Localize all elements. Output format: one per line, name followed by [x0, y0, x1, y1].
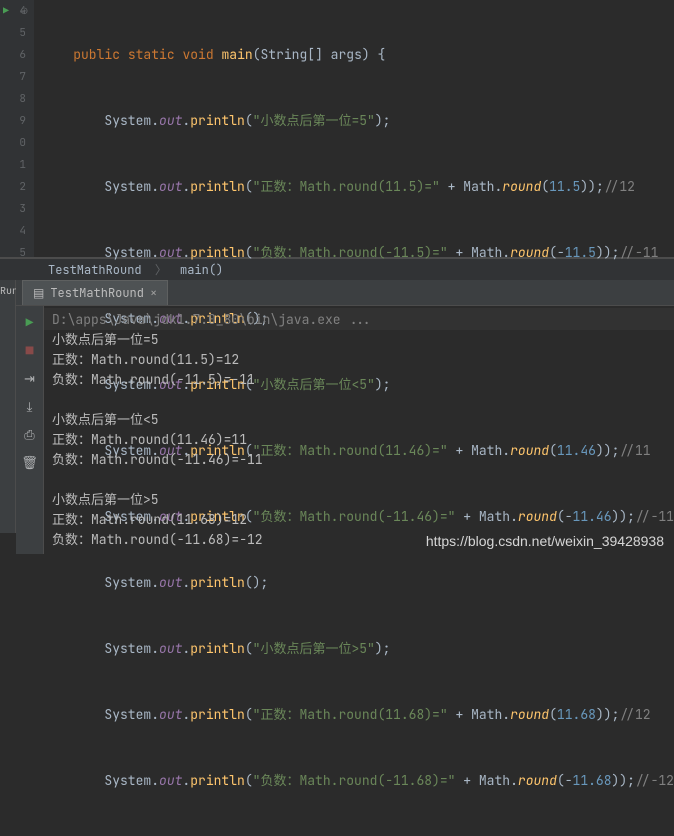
console-line: 负数：Math.round(-11.46)=-11 [52, 451, 263, 468]
code-editor[interactable]: ▶ ⊖ 4 5 6 7 8 9 0 1 2 3 4 5 public stati… [0, 0, 674, 258]
run-line-icon[interactable]: ▶ [3, 0, 9, 22]
fold-icon[interactable]: ⊖ [20, 0, 28, 22]
stop-icon[interactable]: ■ [22, 342, 38, 358]
console-line: 正数：Math.round(11.46)=11 [52, 431, 247, 448]
line-number: 1 [0, 154, 26, 176]
run-toolbar: ▶ ■ ⇥ ⤓ ⎙ 🗑 [16, 306, 44, 554]
scroll-icon[interactable]: ⤓ [22, 398, 38, 414]
line-number: 7 [0, 66, 26, 88]
close-icon[interactable]: × [150, 285, 157, 301]
clear-icon[interactable]: 🗑 [22, 454, 38, 470]
console-line: 负数：Math.round(-11.68)=-12 [52, 531, 263, 548]
rerun-icon[interactable]: ▶ [22, 314, 38, 330]
breadcrumb-method[interactable]: main() [180, 262, 223, 278]
watermark: https://blog.csdn.net/weixin_39428938 [426, 533, 664, 549]
line-number: 5 [0, 242, 26, 264]
application-icon: ▤ [33, 285, 44, 301]
line-number: 6 [0, 44, 26, 66]
run-tool-label[interactable]: Run: [0, 280, 16, 533]
gutter: ▶ ⊖ 4 5 6 7 8 9 0 1 2 3 4 5 [0, 0, 34, 257]
breadcrumb-class[interactable]: TestMathRound [48, 262, 142, 278]
code-area[interactable]: public static void main(String[] args) {… [34, 0, 674, 257]
print-icon[interactable]: ⎙ [22, 426, 38, 442]
line-number: 8 [0, 88, 26, 110]
console-output[interactable]: D:\apps\Java\jdk1.7.0_80\bin\java.exe ..… [44, 306, 674, 554]
console-cmd: D:\apps\Java\jdk1.7.0_80\bin\java.exe ..… [52, 311, 372, 328]
run-tab-label: TestMathRound [50, 285, 144, 301]
line-number: 0 [0, 132, 26, 154]
run-panel: Run: ▤ TestMathRound × ▶ ■ ⇥ ⤓ ⎙ 🗑 D:\ap… [0, 280, 674, 533]
console-line: 负数：Math.round(-11.5)=-11 [52, 371, 255, 388]
run-tab[interactable]: ▤ TestMathRound × [22, 280, 168, 305]
line-number: 9 [0, 110, 26, 132]
chevron-right-icon: 〉 [155, 262, 167, 278]
console-line: 正数：Math.round(11.5)=12 [52, 351, 239, 368]
line-number: 3 [0, 198, 26, 220]
line-number: 4 [0, 220, 26, 242]
wrap-icon[interactable]: ⇥ [22, 370, 38, 386]
console-line: 小数点后第一位<5 [52, 411, 159, 428]
console-line: 正数：Math.round(11.68)=12 [52, 511, 247, 528]
console-line: 小数点后第一位>5 [52, 491, 159, 508]
line-number: 5 [0, 22, 26, 44]
run-tabbar: ▤ TestMathRound × [16, 280, 674, 306]
console-line: 小数点后第一位=5 [52, 331, 159, 348]
line-number: 2 [0, 176, 26, 198]
